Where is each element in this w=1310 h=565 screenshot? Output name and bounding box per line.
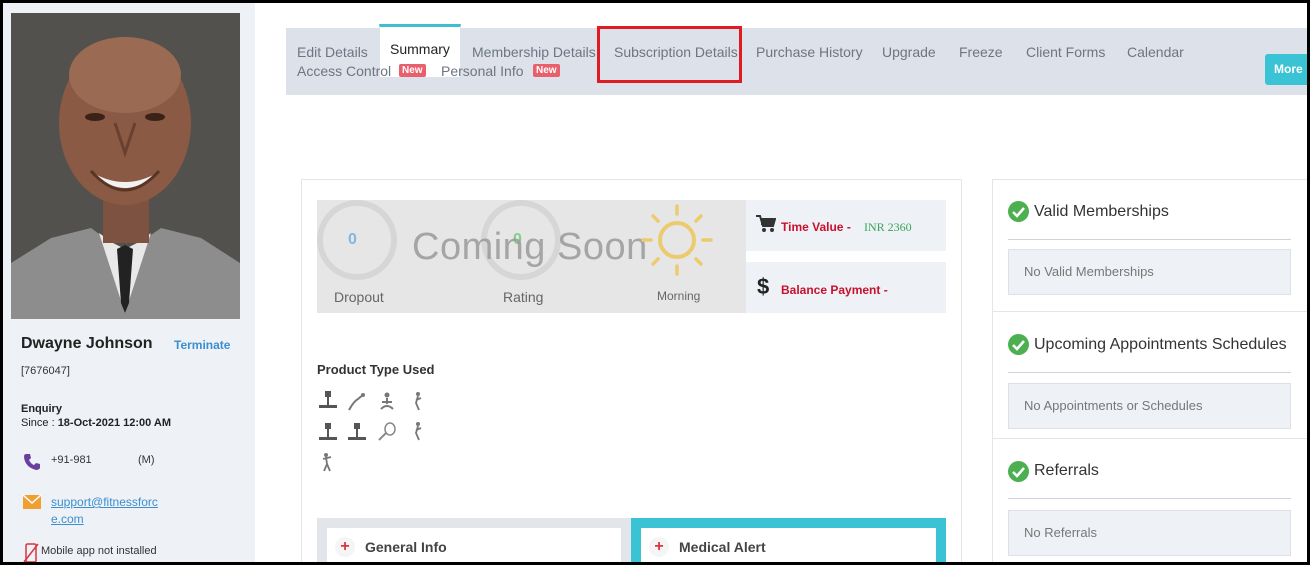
balance-payment-label: Balance Payment - — [781, 283, 888, 297]
mobile-not-installed-icon — [23, 543, 39, 563]
tab-subscription-details[interactable]: Subscription Details — [614, 44, 738, 60]
tab-bar: Edit Details Summary Membership Details … — [286, 24, 1310, 95]
check-circle-icon — [1008, 461, 1029, 482]
dropout-label: Dropout — [334, 289, 384, 305]
general-info-panel: + General Info — [317, 518, 631, 565]
time-value: INR 2360 — [864, 220, 912, 234]
tab-edit-details[interactable]: Edit Details — [297, 44, 368, 60]
since-date: Since : 18-Oct-2021 12:00 AM — [21, 417, 171, 429]
referrals-section: Referrals No Referrals — [992, 439, 1310, 565]
check-circle-icon — [1008, 201, 1029, 222]
phone-type: (M) — [138, 454, 155, 466]
appointments-section: Upcoming Appointments Schedules No Appoi… — [992, 312, 1310, 439]
sun-icon — [641, 204, 713, 276]
since-value: 18-Oct-2021 12:00 AM — [57, 417, 172, 429]
profile-photo — [11, 13, 240, 319]
stretch-icon — [348, 393, 365, 411]
since-label: Since : — [21, 417, 58, 429]
plus-icon: + — [335, 537, 355, 557]
check-circle-icon — [1008, 334, 1029, 355]
divider — [1008, 239, 1291, 240]
client-status: Enquiry — [21, 403, 62, 415]
general-info-card[interactable]: + General Info — [327, 528, 621, 565]
fitness-person-icon — [322, 453, 332, 472]
time-value-label: Time Value - — [781, 220, 851, 234]
profile-sidebar: Dwayne Johnson Terminate [7676047] Enqui… — [3, 3, 255, 565]
balance-payment-card: $ Balance Payment - — [746, 262, 946, 313]
dropout-ring — [317, 200, 397, 280]
more-button[interactable]: More — [1265, 54, 1310, 85]
gym-machine-icon — [348, 423, 366, 440]
email-link[interactable]: support@fitnessforce.com — [51, 494, 161, 528]
client-name: Dwayne Johnson — [21, 335, 153, 352]
new-badge: New — [533, 64, 560, 77]
divider — [1008, 372, 1291, 373]
medical-alert-panel: + Medical Alert — [631, 518, 946, 565]
rating-label: Rating — [503, 289, 544, 305]
coming-soon-overlay: Coming Soon — [412, 226, 648, 268]
member-id: [7676047] — [21, 365, 70, 377]
dropout-value: 0 — [348, 231, 357, 248]
terminate-link[interactable]: Terminate — [174, 338, 230, 352]
dance-icon — [415, 422, 422, 441]
yoga-icon — [380, 392, 394, 410]
medical-alert-card[interactable]: + Medical Alert — [641, 528, 936, 565]
valid-memberships-title: Valid Memberships — [1034, 203, 1169, 220]
mobile-app-status: Mobile app not installed — [41, 545, 157, 557]
dollar-icon: $ — [757, 274, 770, 299]
tab-upgrade[interactable]: Upgrade — [882, 44, 936, 60]
tennis-icon — [378, 422, 396, 441]
product-type-title: Product Type Used — [317, 362, 435, 377]
new-badge: New — [399, 64, 426, 77]
stats-panel: 0 Dropout 0 Rating Coming Soon Morning — [317, 200, 746, 313]
appointments-title: Upcoming Appointments Schedules — [1034, 336, 1287, 353]
tab-client-forms[interactable]: Client Forms — [1026, 44, 1105, 60]
time-value-card: Time Value - INR 2360 — [746, 200, 946, 251]
tab-membership-details[interactable]: Membership Details — [472, 44, 596, 60]
divider — [1008, 498, 1291, 499]
gym-machine-icon — [319, 423, 337, 440]
valid-memberships-section: Valid Memberships No Valid Memberships — [992, 179, 1310, 312]
gym-machine-icon — [319, 391, 337, 408]
tab-purchase-history[interactable]: Purchase History — [756, 44, 863, 60]
plus-icon: + — [649, 537, 669, 557]
valid-memberships-empty: No Valid Memberships — [1008, 249, 1291, 295]
tab-access-control[interactable]: Access Control — [297, 63, 391, 79]
phone-number: +91-981 — [51, 454, 92, 466]
medical-alert-title: Medical Alert — [679, 539, 766, 555]
cart-icon — [756, 215, 776, 232]
phone-icon — [24, 454, 40, 470]
tab-calendar[interactable]: Calendar — [1127, 44, 1184, 60]
general-info-title: General Info — [365, 539, 447, 555]
tab-freeze[interactable]: Freeze — [959, 44, 1003, 60]
dance-icon — [415, 392, 422, 411]
appointments-empty: No Appointments or Schedules — [1008, 383, 1291, 429]
referrals-empty: No Referrals — [1008, 510, 1291, 556]
referrals-title: Referrals — [1034, 462, 1099, 479]
time-of-day-label: Morning — [657, 289, 701, 303]
tab-personal-info[interactable]: Personal Info — [441, 63, 524, 79]
mail-icon — [23, 495, 41, 509]
